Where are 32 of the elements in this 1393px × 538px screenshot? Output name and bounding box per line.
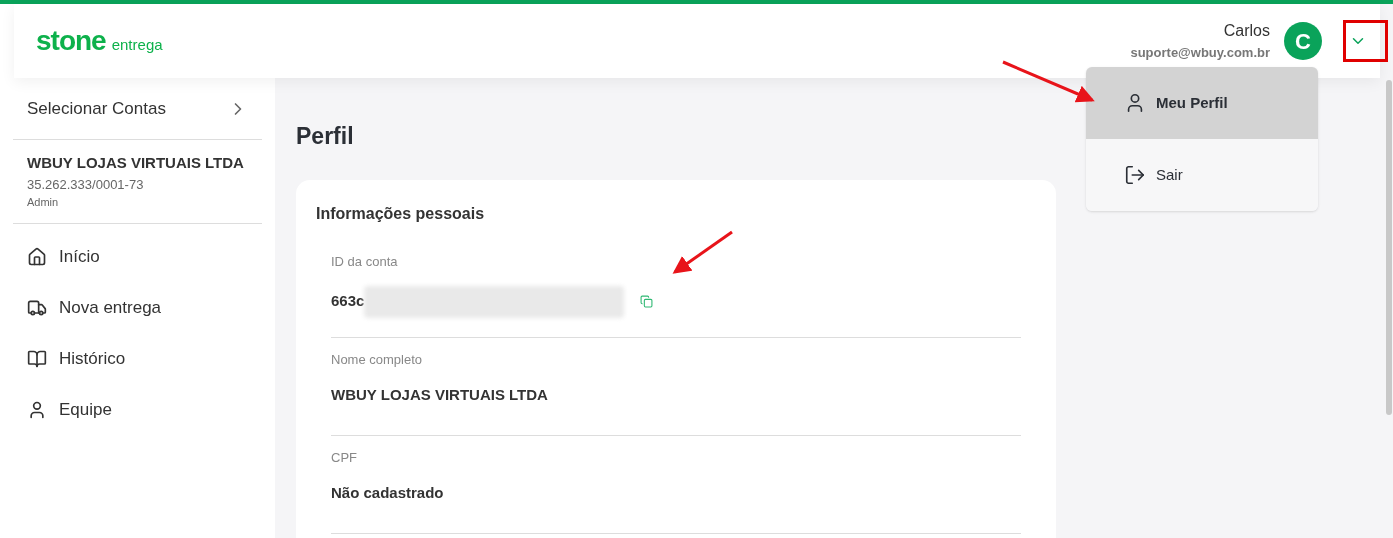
page-title: Perfil (296, 122, 354, 151)
field-label: Nome completo (331, 351, 424, 369)
card-title: Informações pessoais (316, 204, 486, 224)
field-label: CPF (331, 449, 358, 467)
book-icon (27, 349, 47, 369)
field-label: ID da conta (331, 253, 399, 271)
menu-item[interactable]: Sair (1086, 139, 1318, 211)
field-value: WBUY LOJAS VIRTUAIS LTDA (331, 384, 548, 405)
annotation-arrow (672, 230, 733, 274)
logout-icon (1124, 164, 1146, 186)
user-name: Carlos (1223, 21, 1270, 42)
account-role: Admin (27, 195, 60, 210)
nav-item[interactable]: Equipe (13, 384, 262, 436)
field-value: Não cadastrado (331, 482, 444, 503)
house-icon (27, 247, 47, 267)
copy-icon (640, 295, 654, 308)
avatar: C (1284, 22, 1322, 60)
copy-button[interactable] (640, 295, 654, 308)
truck-icon (27, 298, 47, 318)
logo-subtitle: entrega (111, 35, 163, 55)
nav-item[interactable]: Início (13, 231, 262, 283)
highlight-frame (1343, 20, 1388, 62)
user-email: suporte@wbuy.com.br (1130, 44, 1270, 63)
logo: stone (36, 24, 106, 58)
nav-item[interactable]: Nova entrega (13, 282, 262, 334)
account-name: WBUY LOJAS VIRTUAIS LTDA (27, 153, 245, 173)
user-icon (27, 400, 47, 420)
field-value: 663c (331, 291, 365, 312)
menu-item[interactable]: Meu Perfil (1086, 67, 1318, 139)
account-document: 35.262.333/0001-73 (27, 175, 145, 194)
nav-item[interactable]: Histórico (13, 333, 262, 385)
account-selector[interactable]: Selecionar Contas (13, 79, 262, 139)
